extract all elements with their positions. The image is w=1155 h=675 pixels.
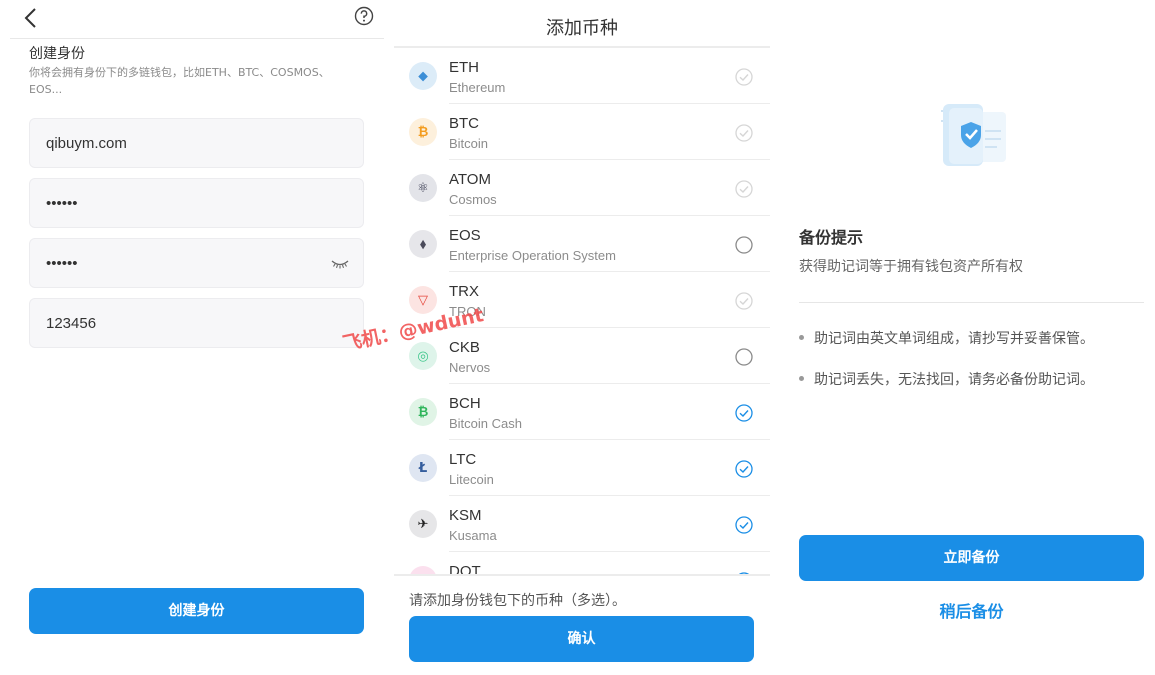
divider [799, 302, 1144, 303]
coin-symbol: ETH [449, 59, 479, 76]
back-arrow-icon[interactable] [20, 6, 44, 30]
checkbox-unchecked-icon[interactable] [735, 348, 753, 366]
checkbox-checked-icon[interactable] [735, 404, 753, 422]
coin-name: Enterprise Operation System [449, 248, 616, 263]
coin-row-ksm[interactable]: ✈ KSM Kusama [394, 496, 770, 552]
coin-row-ltc[interactable]: Ł LTC Litecoin [394, 440, 770, 496]
eos-logo-icon: ⬧ [409, 230, 437, 258]
password-input[interactable] [30, 179, 363, 227]
coin-row-eth[interactable]: ⬥ ETH Ethereum [394, 48, 770, 104]
coin-name: Bitcoin Cash [449, 416, 522, 431]
eth-logo-icon: ⬥ [409, 62, 437, 90]
checkbox-locked-icon[interactable] [735, 180, 753, 198]
ltc-logo-icon: Ł [409, 454, 437, 482]
backup-panel: 备份提示 获得助记词等于拥有钱包资产所有权 助记词由英文单词组成，请抄写并妥善保… [780, 0, 1155, 675]
checkbox-unchecked-icon[interactable] [735, 236, 753, 254]
coin-symbol: TRX [449, 283, 479, 300]
coin-row-bch[interactable]: ₿ BCH Bitcoin Cash [394, 384, 770, 440]
btc-logo-icon: ₿ [409, 118, 437, 146]
checkbox-locked-icon[interactable] [735, 292, 753, 310]
divider [394, 574, 770, 576]
password-hint-field[interactable] [29, 298, 364, 348]
create-identity-panel: 创建身份 你将会拥有身份下的多链钱包，比如ETH、BTC、COSMOS、EOS.… [0, 0, 390, 675]
password-field[interactable] [29, 178, 364, 228]
coin-name: Cosmos [449, 192, 497, 207]
identity-name-field[interactable] [29, 118, 364, 168]
help-icon[interactable] [354, 6, 374, 26]
coin-hint-text: 请添加身份钱包下的币种（多选）。 [409, 593, 626, 609]
coin-row-dot[interactable]: ●DOTPolkadot [394, 552, 770, 575]
backup-subtitle: 获得助记词等于拥有钱包资产所有权 [799, 259, 1023, 275]
backup-now-button[interactable]: 立即备份 [799, 535, 1144, 581]
coin-name: Kusama [449, 528, 497, 543]
backup-later-button[interactable]: 稍后备份 [799, 598, 1144, 622]
ksm-logo-icon: ✈ [409, 510, 437, 538]
shield-document-icon [941, 104, 1006, 166]
eye-closed-icon[interactable] [331, 256, 349, 270]
coin-symbol: EOS [449, 227, 481, 244]
bch-logo-icon: ₿ [409, 398, 437, 426]
coin-symbol: KSM [449, 507, 482, 524]
ckb-logo-icon: ◎ [409, 342, 437, 370]
confirm-button[interactable]: 确认 [409, 616, 754, 662]
coin-row-atom[interactable]: ⚛ ATOM Cosmos [394, 160, 770, 216]
checkbox-checked-icon[interactable] [735, 516, 753, 534]
backup-tip: 助记词由英文单词组成，请抄写并妥善保管。 [799, 328, 1094, 348]
coin-name: Bitcoin [449, 136, 489, 151]
create-identity-button[interactable]: 创建身份 [29, 588, 364, 634]
page-title: 添加币种 [546, 18, 618, 39]
coin-name: Nervos [449, 360, 491, 375]
coin-symbol: ATOM [449, 171, 491, 188]
backup-tip: 助记词丢失，无法找回，请务必备份助记词。 [799, 369, 1094, 389]
atom-logo-icon: ⚛ [409, 174, 437, 202]
coin-name: Ethereum [449, 80, 506, 95]
coin-name: Litecoin [449, 472, 494, 487]
coin-symbol: BTC [449, 115, 479, 132]
coin-row-ckb[interactable]: ◎ CKB Nervos [394, 328, 770, 384]
coin-symbol: LTC [449, 451, 477, 468]
page-description: 你将会拥有身份下的多链钱包，比如ETH、BTC、COSMOS、EOS... [29, 66, 330, 96]
checkbox-locked-icon[interactable] [735, 68, 753, 86]
page-title: 创建身份 [29, 46, 85, 62]
identity-name-input[interactable] [30, 119, 363, 167]
backup-title: 备份提示 [799, 228, 864, 247]
confirm-password-input[interactable] [30, 239, 363, 287]
password-hint-input[interactable] [30, 299, 363, 347]
coin-symbol: CKB [449, 339, 480, 356]
coin-symbol: BCH [449, 395, 481, 412]
confirm-password-field[interactable] [29, 238, 364, 288]
top-bar [10, 0, 384, 39]
coin-row-btc[interactable]: ₿ BTC Bitcoin [394, 104, 770, 160]
coin-row-eos[interactable]: ⬧ EOS Enterprise Operation System [394, 216, 770, 272]
checkbox-checked-icon[interactable] [735, 460, 753, 478]
add-coins-panel: 添加币种 ⬥ ETH Ethereum ₿ BTC Bitcoin ⚛ ATOM Cosmos ⬧… [394, 0, 770, 675]
checkbox-locked-icon[interactable] [735, 124, 753, 142]
